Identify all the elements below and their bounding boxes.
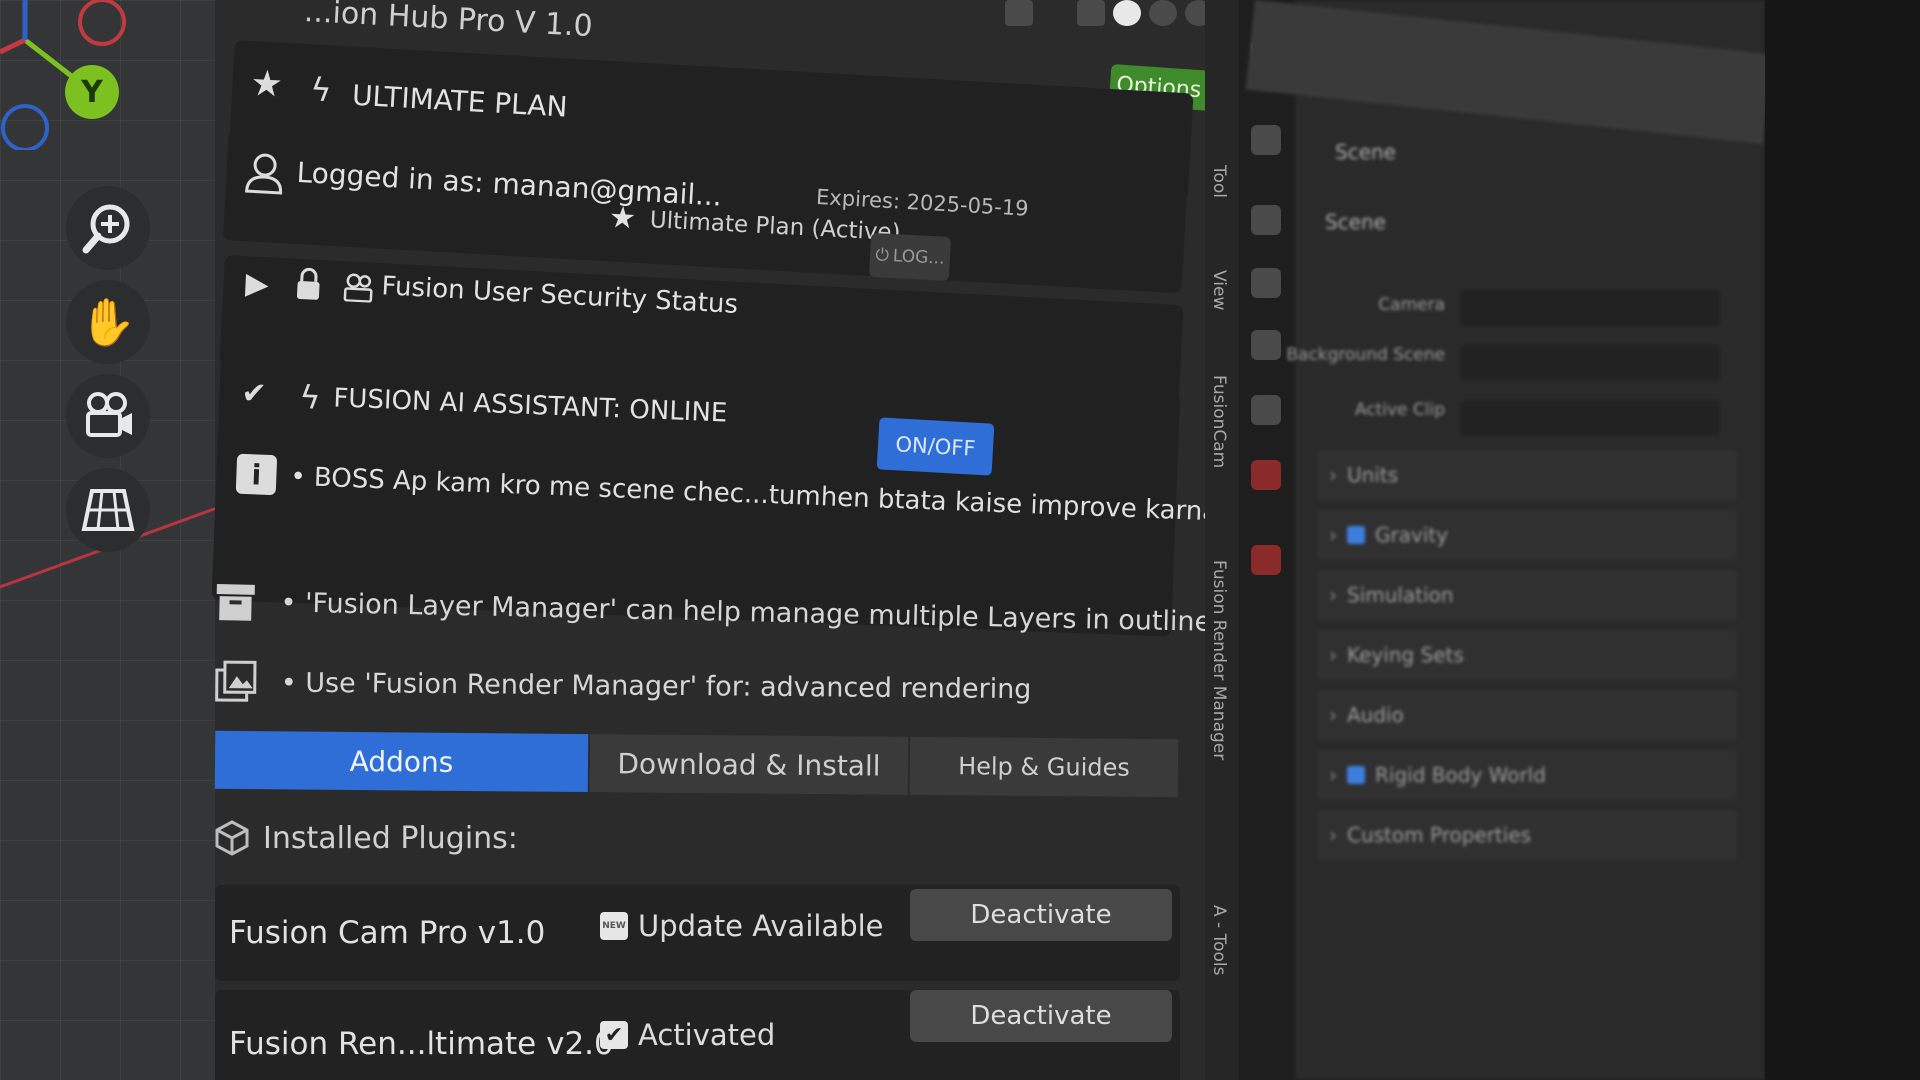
- ai-toggle-button[interactable]: ON/OFF: [876, 417, 995, 476]
- vtab-fusioncam[interactable]: FusionCam: [1209, 375, 1229, 468]
- vtab-a-tools[interactable]: A - Tools: [1209, 905, 1229, 975]
- lightning-icon: ϟ: [309, 70, 333, 110]
- checkmark-icon: ✔: [240, 375, 268, 412]
- ai-status-text: FUSION AI ASSISTANT: ONLINE: [332, 383, 728, 429]
- hand-icon: ✋: [79, 294, 137, 349]
- panel-title: ...ion Hub Pro V 1.0: [303, 0, 594, 45]
- fusion-hub-panel: ...ion Hub Pro V 1.0 Options ▼ ★ ϟ ULTIM…: [211, 0, 1249, 1080]
- properties-header: [1245, 0, 1773, 144]
- section-simulation[interactable]: › Simulation: [1317, 570, 1737, 620]
- installed-plugins-header: Installed Plugins:: [215, 820, 518, 856]
- section-custom-properties[interactable]: › Custom Properties: [1317, 810, 1737, 860]
- field-label: Background Scene: [1286, 345, 1445, 365]
- tab-help-guides[interactable]: Help & Guides: [909, 736, 1181, 798]
- collection-properties-icon[interactable]: [1251, 545, 1281, 575]
- pan-button[interactable]: ✋: [66, 280, 150, 364]
- plugin-name: Fusion Ren...ltimate v2.0: [229, 1026, 614, 1062]
- tool-properties-icon[interactable]: [1251, 125, 1281, 155]
- lightning-icon: ϟ: [298, 378, 322, 417]
- lock-icon: [296, 267, 320, 300]
- sidebar-tab-strip: Tool View FusionCam Fusion Render Manage…: [1205, 0, 1239, 1080]
- user-icon: [245, 153, 283, 195]
- deactivate-button[interactable]: Deactivate: [910, 990, 1172, 1042]
- plugin-row: Fusion Ren...ltimate v2.0 ✔ Activated De…: [215, 990, 1180, 1080]
- ai-tip-text: • BOSS Ap kam kro me scene chec...tumhen…: [289, 461, 1244, 529]
- section-units[interactable]: › Units: [1317, 450, 1737, 500]
- star-icon: ★: [608, 200, 637, 237]
- tab-bar: Addons Download & Install Help & Guides: [214, 730, 1181, 798]
- tip-render-manager: • Use 'Fusion Render Manager' for: advan…: [215, 660, 1032, 711]
- properties-breadcrumb: Scene: [1335, 140, 1396, 164]
- background: [1765, 0, 1920, 1080]
- camera-field[interactable]: [1460, 290, 1720, 326]
- zoom-button[interactable]: [66, 186, 150, 270]
- wireframe-shading-icon[interactable]: [1077, 0, 1105, 26]
- tab-download-install[interactable]: Download & Install: [589, 734, 911, 795]
- plan-label: ULTIMATE PLAN: [351, 78, 569, 124]
- vtab-tool[interactable]: Tool: [1209, 165, 1229, 198]
- field-label: Camera: [1378, 295, 1445, 315]
- properties-tab-icons: [1239, 0, 1295, 1080]
- plugin-name: Fusion Cam Pro v1.0: [229, 915, 546, 951]
- navigation-gizmo[interactable]: Y: [0, 0, 140, 150]
- plugin-status: NEW Update Available: [600, 909, 884, 943]
- vtab-fusion-render-manager[interactable]: Fusion Render Manager: [1209, 560, 1229, 760]
- solid-shading-icon[interactable]: [1113, 0, 1141, 26]
- material-shading-icon[interactable]: [1149, 0, 1177, 26]
- properties-editor: Scene Scene Camera Background Scene Acti…: [1245, 0, 1773, 1080]
- zoom-icon: [82, 204, 130, 254]
- new-badge-icon: NEW: [600, 912, 628, 940]
- render-properties-icon[interactable]: [1251, 205, 1281, 235]
- section-audio[interactable]: › Audio: [1317, 690, 1737, 740]
- activated-checkbox[interactable]: ✔: [600, 1021, 628, 1049]
- section-keying-sets[interactable]: › Keying Sets: [1317, 630, 1737, 680]
- power-icon: ⏻: [874, 245, 890, 266]
- archive-icon: [216, 584, 255, 621]
- package-icon: [215, 820, 249, 856]
- expand-triangle-icon[interactable]: ▶: [245, 266, 270, 302]
- camera-icon: [86, 392, 132, 437]
- section-rigid-body-world[interactable]: › Rigid Body World: [1317, 750, 1737, 800]
- scene-properties-icon[interactable]: [1251, 395, 1281, 425]
- grid-icon: [81, 489, 135, 531]
- vtab-view[interactable]: View: [1209, 270, 1229, 310]
- output-properties-icon[interactable]: [1251, 268, 1281, 298]
- background-scene-field[interactable]: [1460, 345, 1720, 381]
- section-gravity[interactable]: › Gravity: [1317, 510, 1737, 560]
- field-label: Active Clip: [1354, 400, 1445, 420]
- y-axis-label: Y: [80, 75, 104, 110]
- overlay-icon[interactable]: [1005, 0, 1033, 26]
- scene-section-header[interactable]: Scene: [1325, 210, 1386, 234]
- deactivate-button[interactable]: Deactivate: [910, 889, 1172, 941]
- 3d-viewport[interactable]: Y ✋: [0, 0, 215, 1080]
- plugin-status: ✔ Activated: [600, 1018, 775, 1052]
- perspective-toggle-button[interactable]: [66, 468, 150, 552]
- users-security-icon: [343, 273, 373, 303]
- security-label: Fusion User Security Status: [380, 271, 739, 320]
- active-clip-field[interactable]: [1460, 400, 1720, 436]
- star-icon: ★: [249, 62, 284, 106]
- image-gallery-icon: [215, 660, 257, 702]
- world-properties-icon[interactable]: [1251, 460, 1281, 490]
- camera-view-button[interactable]: [66, 374, 150, 458]
- tab-addons[interactable]: Addons: [214, 730, 591, 793]
- info-icon: i: [235, 453, 278, 496]
- logout-button[interactable]: ⏻ LOG...: [868, 232, 952, 282]
- plugin-row: Fusion Cam Pro v1.0 NEW Update Available…: [215, 885, 1180, 981]
